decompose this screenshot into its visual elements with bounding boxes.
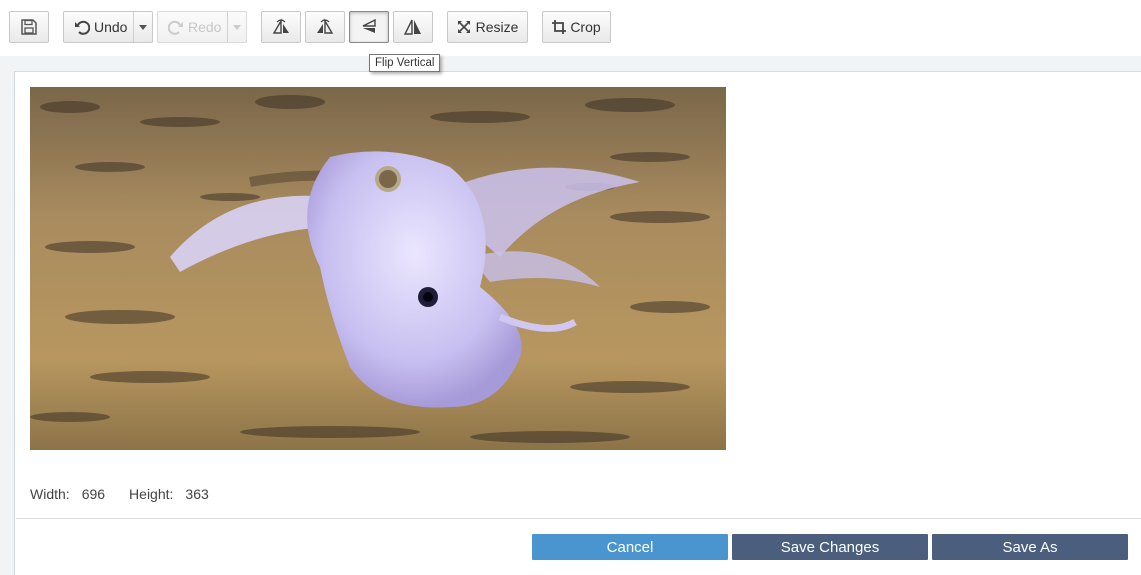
flip-horizontal-button[interactable]: [393, 11, 433, 43]
width-value: 696: [81, 486, 106, 502]
redo-label: Redo: [188, 19, 222, 35]
flip-vertical-tooltip: Flip Vertical: [369, 54, 441, 72]
resize-icon: [457, 21, 470, 33]
edited-image: [30, 87, 726, 450]
rotate-right-button[interactable]: [305, 11, 345, 43]
width-label: Width:: [30, 486, 70, 502]
crop-icon: [552, 20, 567, 34]
footer-divider: [16, 518, 1141, 519]
undo-label: Undo: [94, 19, 128, 35]
flip-horizontal-icon: [403, 19, 421, 35]
save-as-button[interactable]: Save As: [932, 534, 1128, 560]
resize-button[interactable]: Resize: [447, 11, 528, 43]
save-changes-button[interactable]: Save Changes: [732, 534, 928, 560]
undo-dropdown-toggle[interactable]: [133, 12, 152, 42]
height-value: 363: [185, 486, 209, 502]
height-label: Height:: [129, 486, 174, 502]
image-dimensions: Width: 696 Height: 363: [30, 486, 233, 502]
rotate-right-icon: [317, 18, 334, 34]
crop-button[interactable]: Crop: [542, 11, 611, 43]
flip-vertical-icon: [362, 18, 376, 33]
octopus-photo: [30, 87, 726, 450]
rotate-left-icon: [272, 18, 289, 34]
image-editor-toolbar: Undo Redo Resize Crop: [0, 0, 1141, 57]
cancel-button[interactable]: Cancel: [532, 534, 728, 560]
crop-label: Crop: [570, 19, 601, 35]
rotate-left-button[interactable]: [261, 11, 301, 43]
undo-icon: [75, 20, 90, 35]
chevron-down-icon: [233, 24, 241, 30]
undo-button[interactable]: Undo: [63, 11, 153, 43]
save-button[interactable]: [9, 11, 49, 43]
canvas-frame-left: [0, 56, 15, 575]
floppy-disk-icon: [21, 19, 37, 35]
redo-icon: [168, 20, 183, 35]
chevron-down-icon: [139, 24, 147, 30]
flip-vertical-button[interactable]: [349, 11, 389, 43]
redo-button[interactable]: Redo: [157, 11, 247, 43]
resize-label: Resize: [475, 19, 519, 35]
canvas-frame-top: [14, 56, 1141, 72]
redo-dropdown-toggle[interactable]: [227, 12, 246, 42]
